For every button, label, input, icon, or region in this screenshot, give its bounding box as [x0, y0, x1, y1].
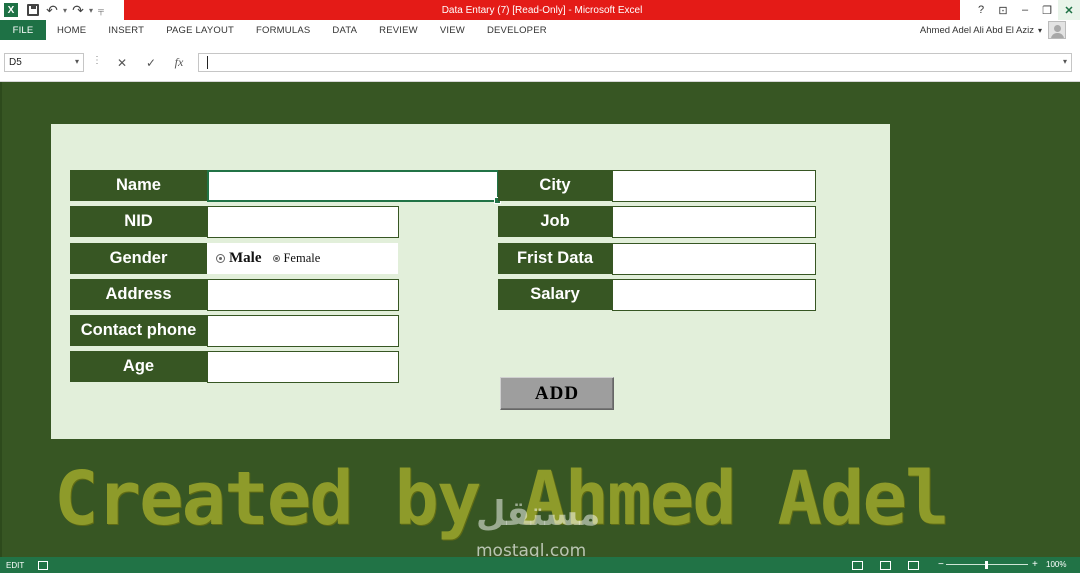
zoom-slider-thumb[interactable]	[985, 561, 988, 569]
label-age: Age	[70, 351, 207, 382]
label-contact-phone: Contact phone	[70, 315, 207, 346]
excel-window: X ↶ ▾ ↷ ▾ ╤ Data Entary (7) [Read-Only] …	[0, 0, 1080, 573]
gender-male-radio[interactable]: Male	[216, 250, 261, 267]
redo-icon[interactable]: ↷	[70, 0, 86, 20]
label-nid: NID	[70, 206, 207, 237]
macro-recording-icon[interactable]	[38, 560, 49, 570]
status-bar: EDIT − + 100%	[0, 557, 1080, 573]
maximize-button[interactable]: ❐	[1036, 0, 1058, 20]
label-gender: Gender	[70, 243, 207, 274]
gender-male-label: Male	[229, 250, 262, 266]
nid-input[interactable]	[207, 206, 399, 238]
gender-female-radio[interactable]: Female	[273, 251, 320, 266]
user-avatar[interactable]	[1048, 21, 1066, 39]
customize-qat-icon[interactable]: ╤	[96, 0, 106, 20]
text-caret	[207, 56, 208, 69]
zoom-level[interactable]: 100%	[1046, 560, 1066, 569]
contact-phone-input[interactable]	[207, 315, 399, 347]
add-button[interactable]: ADD	[500, 377, 614, 410]
window-title: Data Entary (7) [Read-Only] - Microsoft …	[124, 0, 960, 20]
enter-icon[interactable]: ✓	[140, 53, 162, 72]
tab-review[interactable]: REVIEW	[368, 20, 429, 40]
name-input[interactable]	[207, 170, 501, 204]
age-input[interactable]	[207, 351, 399, 383]
help-button[interactable]: ?	[970, 0, 992, 20]
worksheet-area[interactable]: Name NID Gender Address Contact phone Ag…	[0, 82, 1080, 561]
minimize-button[interactable]: –	[1014, 0, 1036, 20]
formula-bar: D5 ▾ ⋮ ✕ ✓ fx ▾	[0, 40, 1080, 82]
user-name: Ahmed Adel Ali Abd El Aziz	[919, 24, 1034, 36]
city-input[interactable]	[612, 170, 816, 202]
page-layout-view-icon[interactable]	[880, 560, 891, 570]
view-buttons	[852, 557, 919, 573]
label-job: Job	[498, 206, 612, 237]
gender-options: Male Female	[207, 243, 398, 274]
excel-logo-icon[interactable]: X	[0, 0, 22, 20]
excel-logo-letter: X	[4, 3, 18, 17]
label-name: Name	[70, 170, 207, 201]
tab-view[interactable]: VIEW	[429, 20, 476, 40]
watermark-arabic: مستقل	[476, 494, 601, 534]
tab-developer[interactable]: DEVELOPER	[476, 20, 558, 40]
label-city: City	[498, 170, 612, 201]
job-input[interactable]	[612, 206, 816, 238]
male-radio-icon	[216, 254, 225, 263]
redo-dropdown-icon[interactable]: ▾	[86, 0, 96, 20]
label-address: Address	[70, 279, 207, 310]
page-break-view-icon[interactable]	[908, 560, 919, 570]
tab-file[interactable]: FILE	[0, 20, 46, 40]
save-icon[interactable]	[22, 0, 44, 20]
zoom-out-button[interactable]: −	[938, 559, 944, 570]
tab-insert[interactable]: INSERT	[97, 20, 155, 40]
expand-formula-bar-icon[interactable]: ▾	[1063, 57, 1067, 66]
ribbon-display-options-icon[interactable]: ⊡	[992, 0, 1014, 20]
status-mode: EDIT	[6, 560, 25, 570]
tab-page-layout[interactable]: PAGE LAYOUT	[155, 20, 245, 40]
female-radio-icon	[273, 255, 281, 262]
address-input[interactable]	[207, 279, 399, 311]
normal-view-icon[interactable]	[852, 560, 863, 570]
gender-female-label: Female	[283, 251, 321, 265]
name-box[interactable]: D5 ▾	[4, 53, 84, 72]
frist-data-input[interactable]	[612, 243, 816, 275]
formula-bar-grip-icon[interactable]: ⋮	[92, 55, 102, 66]
undo-dropdown-icon[interactable]: ▾	[60, 0, 70, 20]
insert-function-icon[interactable]: fx	[168, 53, 190, 72]
salary-input[interactable]	[612, 279, 816, 311]
user-account[interactable]: Ahmed Adel Ali Abd El Aziz ▾	[920, 20, 1066, 40]
cancel-icon[interactable]: ✕	[111, 53, 133, 72]
data-entry-form: Name NID Gender Address Contact phone Ag…	[51, 124, 890, 439]
label-frist-data: Frist Data	[498, 243, 612, 274]
name-box-value: D5	[9, 57, 22, 68]
label-salary: Salary	[498, 279, 612, 310]
formula-input[interactable]: ▾	[198, 53, 1072, 72]
tab-formulas[interactable]: FORMULAS	[245, 20, 321, 40]
window-controls: ? ⊡ – ❐ ✕	[970, 0, 1080, 20]
undo-icon[interactable]: ↶	[44, 0, 60, 20]
quick-access-toolbar: X ↶ ▾ ↷ ▾ ╤	[0, 0, 106, 20]
ribbon-tabs: FILE HOME INSERT PAGE LAYOUT FORMULAS DA…	[0, 20, 1080, 40]
tab-data[interactable]: DATA	[321, 20, 368, 40]
zoom-in-button[interactable]: +	[1032, 559, 1038, 570]
tab-home[interactable]: HOME	[46, 20, 97, 40]
title-bar: X ↶ ▾ ↷ ▾ ╤ Data Entary (7) [Read-Only] …	[0, 0, 1080, 20]
user-dropdown-icon[interactable]: ▾	[1038, 26, 1042, 35]
close-button[interactable]: ✕	[1058, 0, 1080, 20]
name-box-dropdown-icon[interactable]: ▾	[75, 57, 79, 66]
